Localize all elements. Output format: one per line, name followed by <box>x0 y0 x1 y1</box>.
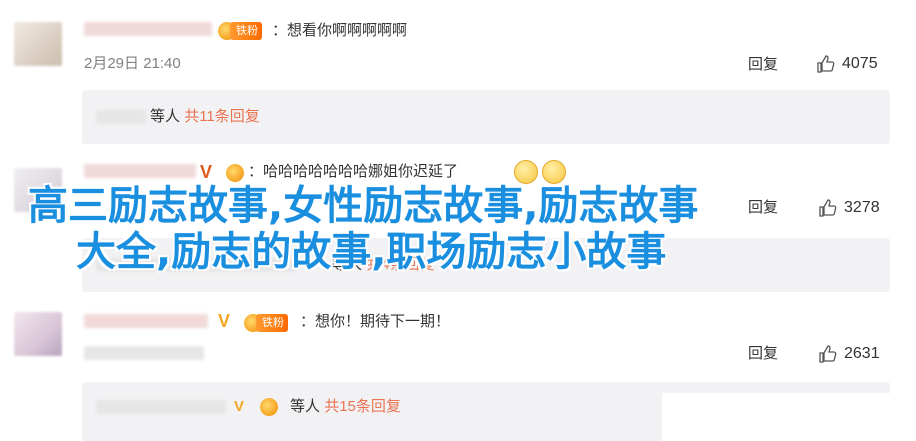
fan-badge: 铁粉 <box>256 314 288 332</box>
replies-count-link[interactable]: 共15条回复 <box>324 398 401 415</box>
comment-time <box>84 346 204 360</box>
avatar[interactable] <box>14 312 62 356</box>
overlay-title-line2: 大全,励志的故事,职场励志小故事 <box>76 229 667 275</box>
reply-summary[interactable]: 等人 共11条回复 <box>82 90 890 144</box>
overlay-title-line1: 高三励志故事,女性励志故事,励志故事 <box>28 183 699 229</box>
comment-text: ：想你！期待下一期！ <box>300 313 451 330</box>
replies-prefix: 等人 <box>150 108 181 125</box>
like-button[interactable]: 2631 <box>818 344 880 364</box>
reply-summary-text: 等人 共11条回复 <box>150 107 260 127</box>
like-count: 2631 <box>844 345 880 362</box>
comment-text: ：哈哈哈哈哈哈哈娜姐你迟延了 <box>248 163 459 180</box>
reply-button[interactable]: 回复 <box>748 344 778 364</box>
thumbs-up-icon <box>817 55 835 73</box>
vip-v-icon: V <box>200 162 213 182</box>
vip-v-icon: V <box>234 398 245 415</box>
fan-level-icon <box>260 398 278 416</box>
like-count: 4075 <box>842 55 878 72</box>
comment-feed: 铁粉 ：想看你啊啊啊啊啊 2月29日 21:40 回复 4075 等人 共11条… <box>0 0 916 441</box>
white-patch <box>662 393 916 441</box>
replies-count-link[interactable]: 共11条回复 <box>184 108 260 125</box>
like-button[interactable]: 4075 <box>816 54 878 74</box>
vip-v-icon: V <box>218 311 231 331</box>
laugh-emoji-icon <box>514 160 538 184</box>
fan-badge: 铁粉 <box>230 22 262 40</box>
reply-button[interactable]: 回复 <box>748 55 778 75</box>
fan-level-icon <box>226 164 244 182</box>
comment-text: ：想看你啊啊啊啊啊 <box>272 22 408 39</box>
thumbs-up-icon <box>819 345 837 363</box>
like-count: 3278 <box>844 199 880 216</box>
username[interactable] <box>84 164 196 178</box>
replier-name <box>96 110 146 124</box>
reply-summary-text: 等人 共15条回复 <box>290 397 401 417</box>
laugh-emoji-icon <box>542 160 566 184</box>
like-button[interactable]: 3278 <box>818 198 880 218</box>
username[interactable] <box>84 22 212 36</box>
replies-prefix: 等人 <box>290 398 321 415</box>
replier-name <box>96 400 226 414</box>
username[interactable] <box>84 314 208 328</box>
reply-button[interactable]: 回复 <box>748 198 778 218</box>
avatar[interactable] <box>14 22 62 66</box>
comment-time: 2月29日 21:40 <box>84 55 181 72</box>
thumbs-up-icon <box>819 199 837 217</box>
